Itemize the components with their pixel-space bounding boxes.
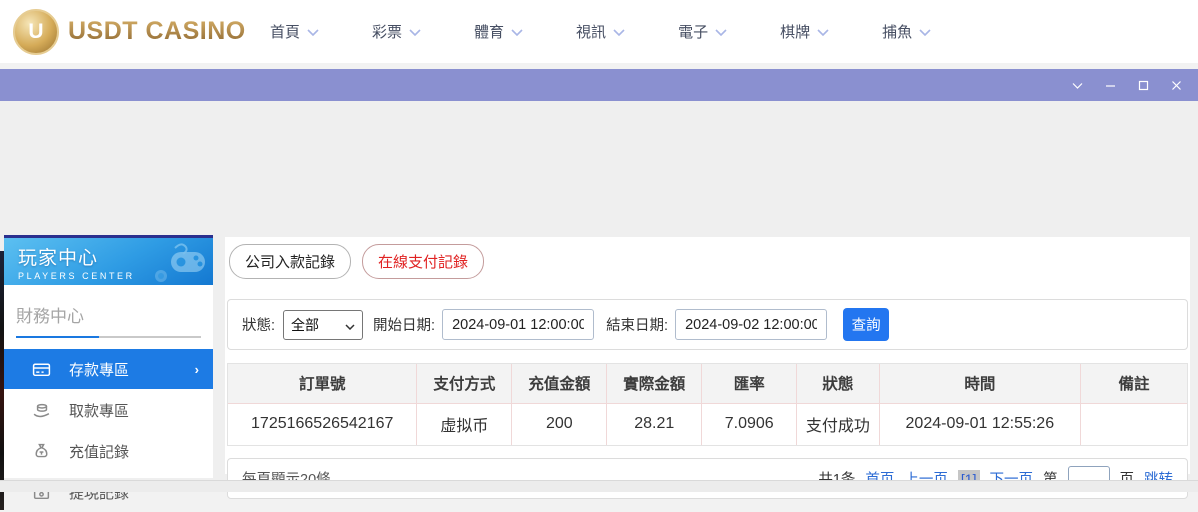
table-footer: 每頁顯示20條 共1条 首页 上一页 [1] 下一页 第 页 跳转 bbox=[227, 458, 1188, 499]
nav-label: 彩票 bbox=[372, 21, 402, 42]
nav-item-cards[interactable]: 棋牌 bbox=[780, 21, 829, 42]
chevron-down-icon bbox=[307, 23, 319, 40]
cell-remark bbox=[1081, 403, 1187, 445]
cell-status: 支付成功 bbox=[797, 403, 879, 445]
end-date-input[interactable] bbox=[675, 309, 827, 340]
sidebar-header: 玩家中心 PLAYERS CENTER bbox=[4, 238, 213, 285]
sidebar-item-recharge-records[interactable]: 充值記錄 › bbox=[4, 431, 213, 471]
col-order-number: 訂單號 bbox=[228, 364, 417, 403]
window-titlebar bbox=[0, 69, 1198, 101]
start-date-label: 開始日期: bbox=[373, 314, 435, 335]
col-status: 狀態 bbox=[797, 364, 879, 403]
cell-order-number: 1725166526542167 bbox=[228, 403, 417, 445]
nav-item-home[interactable]: 首頁 bbox=[270, 21, 319, 42]
sidebar-item-label: 充值記錄 bbox=[69, 441, 129, 462]
nav-label: 棋牌 bbox=[780, 21, 810, 42]
nav-label: 首頁 bbox=[270, 21, 300, 42]
sidebar-item-label: 取款專區 bbox=[69, 400, 129, 421]
col-time: 時間 bbox=[879, 364, 1080, 403]
col-payment-method: 支付方式 bbox=[417, 364, 512, 403]
records-table: 訂單號 支付方式 充值金額 實際金額 匯率 狀態 時間 備註 172516652 bbox=[227, 363, 1188, 446]
nav-item-fishing[interactable]: 捕魚 bbox=[882, 21, 931, 42]
col-actual-amount: 實際金額 bbox=[607, 364, 702, 403]
nav-item-video[interactable]: 視訊 bbox=[576, 21, 625, 42]
brand-name: USDT CASINO bbox=[68, 17, 246, 46]
cell-actual-amount: 28.21 bbox=[607, 403, 702, 445]
hand-money-icon bbox=[32, 401, 51, 420]
filter-bar: 狀態: 全部 開始日期: 結束日期: 查詢 bbox=[227, 299, 1188, 350]
start-date-input[interactable] bbox=[442, 309, 594, 340]
status-label: 狀態: bbox=[242, 314, 275, 335]
chevron-down-icon bbox=[511, 23, 523, 40]
tab-company-deposit-records[interactable]: 公司入款記錄 bbox=[229, 244, 351, 279]
nav-item-sports[interactable]: 體育 bbox=[474, 21, 523, 42]
end-date-label: 結束日期: bbox=[606, 314, 668, 335]
table-row: 1725166526542167 虚拟币 200 28.21 7.0906 支付… bbox=[228, 403, 1187, 445]
page-bottom-strip bbox=[0, 480, 1198, 492]
nav-label: 捕魚 bbox=[882, 21, 912, 42]
col-remark: 備註 bbox=[1081, 364, 1187, 403]
logo-letter: U bbox=[28, 20, 43, 44]
status-select[interactable]: 全部 bbox=[283, 310, 363, 340]
cell-recharge-amount: 200 bbox=[512, 403, 607, 445]
chevron-down-icon bbox=[345, 317, 355, 333]
money-bag-icon bbox=[32, 442, 51, 461]
sidebar-item-withdraw-zone[interactable]: 取款專區 › bbox=[4, 390, 213, 430]
main-menu: 首頁 彩票 體育 視訊 電子 棋牌 捕魚 bbox=[270, 0, 931, 63]
status-select-value: 全部 bbox=[291, 315, 319, 335]
chevron-down-icon bbox=[919, 23, 931, 40]
sidebar-item-withdrawal-records[interactable]: 提現記錄 › bbox=[4, 472, 213, 512]
nav-item-lottery[interactable]: 彩票 bbox=[372, 21, 421, 42]
close-icon[interactable] bbox=[1168, 77, 1184, 93]
cell-time: 2024-09-01 12:55:26 bbox=[879, 403, 1080, 445]
record-tabs: 公司入款記錄 在線支付記錄 bbox=[227, 242, 1188, 279]
brand[interactable]: U USDT CASINO bbox=[13, 9, 246, 55]
tab-online-payment-records[interactable]: 在線支付記錄 bbox=[362, 244, 484, 279]
player-center-window: 玩家中心 PLAYERS CENTER 財務中心 bbox=[0, 69, 1198, 480]
search-button[interactable]: 查詢 bbox=[843, 308, 889, 341]
cell-payment-method: 虚拟币 bbox=[417, 403, 512, 445]
chevron-down-icon bbox=[613, 23, 625, 40]
collapse-chevron-icon[interactable] bbox=[1069, 77, 1085, 93]
nav-item-slots[interactable]: 電子 bbox=[678, 21, 727, 42]
window-body: 玩家中心 PLAYERS CENTER 財務中心 bbox=[0, 101, 1198, 480]
nav-label: 視訊 bbox=[576, 21, 606, 42]
players-center-sidebar: 玩家中心 PLAYERS CENTER 財務中心 bbox=[4, 235, 213, 478]
top-navbar: U USDT CASINO 首頁 彩票 體育 視訊 電子 棋牌 捕魚 bbox=[0, 0, 1198, 63]
finance-center-heading: 財務中心 bbox=[16, 302, 201, 336]
chevron-down-icon bbox=[817, 23, 829, 40]
casino-logo-icon: U bbox=[13, 9, 59, 55]
table-header-row: 訂單號 支付方式 充值金額 實際金額 匯率 狀態 時間 備註 bbox=[228, 364, 1187, 403]
col-recharge-amount: 充值金額 bbox=[512, 364, 607, 403]
records-panel: 公司入款記錄 在線支付記錄 狀態: 全部 開始日期: 結束日期: 查詢 bbox=[225, 237, 1190, 474]
chevron-down-icon bbox=[715, 23, 727, 40]
maximize-icon[interactable] bbox=[1135, 77, 1151, 93]
section-underline bbox=[16, 336, 201, 338]
minimize-icon[interactable] bbox=[1102, 77, 1118, 93]
bank-card-icon bbox=[32, 360, 51, 379]
chevron-down-icon bbox=[409, 23, 421, 40]
nav-label: 體育 bbox=[474, 21, 504, 42]
sidebar-item-deposit-zone[interactable]: 存款專區 › bbox=[4, 349, 213, 389]
nav-label: 電子 bbox=[678, 21, 708, 42]
sidebar-item-label: 存款專區 bbox=[69, 359, 129, 380]
game-controller-icon bbox=[131, 240, 209, 285]
col-exchange-rate: 匯率 bbox=[702, 364, 797, 403]
cell-exchange-rate: 7.0906 bbox=[702, 403, 797, 445]
chevron-right-icon: › bbox=[195, 362, 199, 377]
